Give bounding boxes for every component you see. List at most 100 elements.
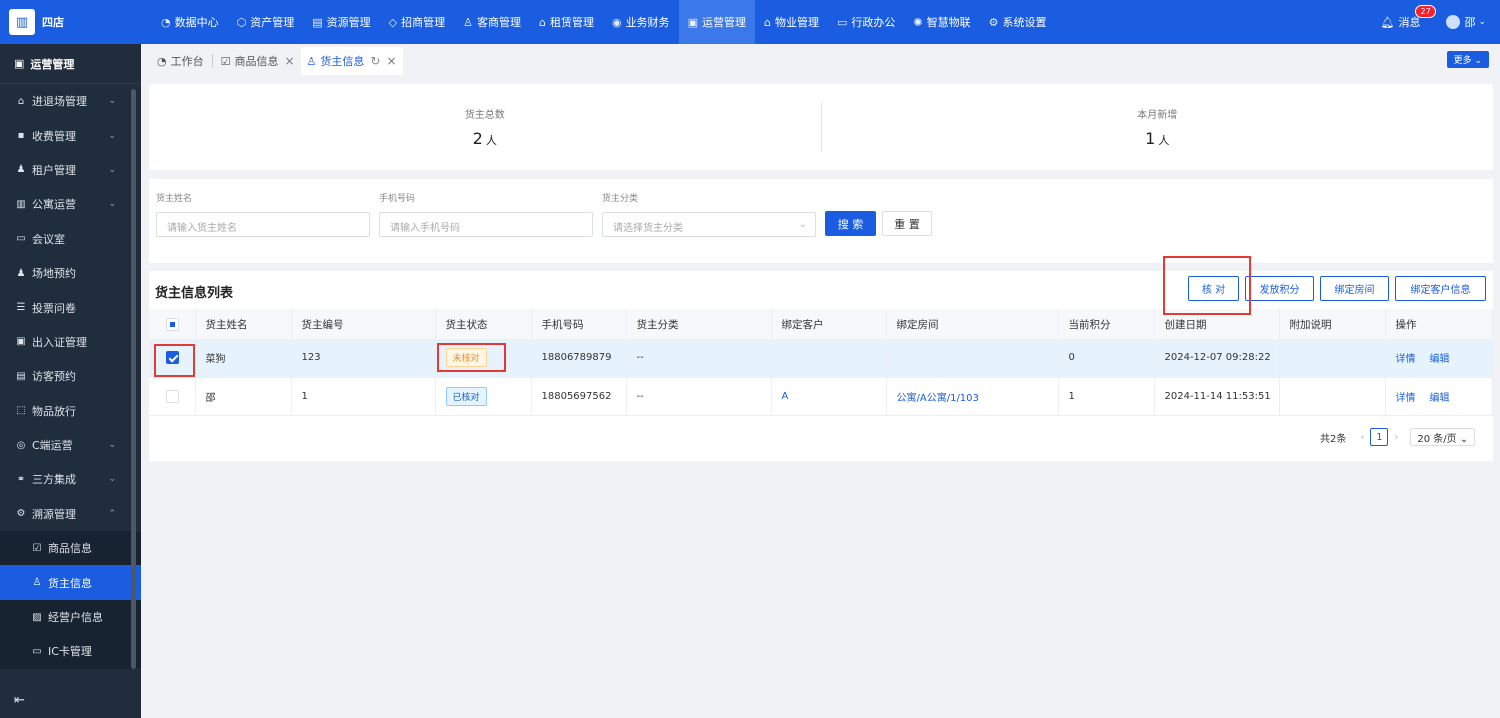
search-button[interactable]: 搜 索 (825, 211, 876, 236)
tabs-bar: ◔ 工作台 ☑ 商品信息 × ♙ 货主信息 ↻ × 更多 ⌄ (141, 44, 1500, 75)
main-nav: ◔ 数据中心 ⬡ 资产管理 ▤ 资源管理 ◇ 招商管理 ♙ 客商管理 ⌂ 租赁管理 ◉ 业务财… (152, 0, 1055, 44)
stat-new-this-month: 本月新增 1人 (1137, 110, 1178, 148)
iot-icon: ✺ (913, 15, 923, 29)
cube-icon: ⬡ (236, 15, 247, 29)
brand-name: 四店 (42, 16, 64, 29)
nav-item-resources[interactable]: ▤ 资源管理 (303, 0, 379, 44)
building-icon: ▤ (312, 15, 323, 29)
nav-item-iot[interactable]: ✺ 智慧物联 (904, 0, 979, 44)
tab-workbench[interactable]: ◔ 工作台 (151, 47, 210, 75)
monitor-icon: ▭ (836, 15, 848, 29)
sidebar-item-venue-booking[interactable]: ♟ 场地预约 (0, 256, 141, 290)
sidebar-item-pass-management[interactable]: ▣ 出入证管理 (0, 325, 141, 359)
sidebar-item-traceability[interactable]: ⚙ 溯源管理 ⌃ (0, 497, 141, 531)
table-row[interactable]: 菜狗 123 未核对 18806789879 -- 0 2024-12-07 09:28:2… (149, 339, 1493, 378)
nav-item-finance[interactable]: ◉ 业务财务 (603, 0, 679, 44)
stats-card: 货主总数 2人 本月新增 1人 (149, 84, 1493, 170)
phone-input[interactable]: 请输入手机号码 (379, 212, 593, 237)
next-page-icon[interactable]: › (1394, 432, 1398, 443)
sidebar-title: ▣ 运营管理 (0, 44, 141, 84)
customer-link[interactable] (771, 339, 887, 378)
nav-item-data-center[interactable]: ◔ 数据中心 (152, 0, 228, 44)
checkbox-icon: ☑ (220, 54, 231, 68)
menu-icon: ☑ (32, 542, 42, 554)
bind-room-button[interactable]: 绑定房间 (1320, 276, 1389, 301)
sidebar-item-operator-info[interactable]: ▨ 经营户信息 (0, 599, 141, 635)
room-link[interactable]: 公寓/A公寓/1/103 (886, 377, 1059, 416)
page-size-select[interactable]: 20 条/页 ⌄ (1410, 428, 1476, 446)
menu-icon: ☰ (16, 302, 26, 314)
customer-link[interactable]: A (771, 377, 887, 416)
refresh-icon[interactable]: ↻ (370, 54, 380, 68)
more-tabs-button[interactable]: 更多 ⌄ (1446, 51, 1489, 68)
owner-name-input[interactable]: 请输入货主姓名 (156, 212, 370, 237)
row-checkbox[interactable] (149, 377, 196, 416)
reset-button[interactable]: 重 置 (882, 211, 932, 236)
chevron-icon: ⌄ (108, 96, 116, 107)
highlight-box (1163, 256, 1251, 315)
sidebar-item-owner-info[interactable]: ♙ 货主信息 (0, 565, 141, 600)
nav-item-merchants[interactable]: ♙ 客商管理 (454, 0, 530, 44)
sidebar-item-third-party[interactable]: ⚭ 三方集成 ⌄ (0, 462, 141, 496)
issue-points-button[interactable]: 发放积分 (1245, 276, 1314, 301)
operations-icon: ▣ (14, 57, 25, 70)
user-name: 邵 (1464, 16, 1476, 29)
room-link[interactable] (886, 339, 1059, 378)
nav-item-admin-office[interactable]: ▭ 行政办公 (828, 0, 904, 44)
page-1-button[interactable]: 1 (1370, 428, 1389, 446)
menu-icon: ▣ (16, 336, 26, 348)
detail-link[interactable]: 详情 (1396, 354, 1416, 365)
operations-icon: ▣ (687, 15, 698, 29)
sidebar-scrollbar[interactable] (131, 89, 136, 669)
sidebar-item-c-end-ops[interactable]: ◎ C端运营 ⌄ (0, 428, 141, 462)
edit-link[interactable]: 编辑 (1430, 354, 1450, 365)
prev-page-icon[interactable]: ‹ (1360, 432, 1364, 443)
sidebar-item-voting-survey[interactable]: ☰ 投票问卷 (0, 290, 141, 324)
owner-category-select[interactable]: 请选择货主分类 ⌄ (602, 212, 816, 237)
user-menu[interactable]: 邵 ⌄ (1446, 14, 1486, 30)
sidebar-item-item-release[interactable]: ⬚ 物品放行 (0, 394, 141, 428)
menu-icon: ▭ (16, 233, 26, 245)
nav-item-leasing[interactable]: ⌂ 租赁管理 (530, 0, 603, 44)
collapse-sidebar-icon[interactable]: ⇤ (14, 693, 25, 708)
tab-product-info[interactable]: ☑ 商品信息 × (215, 47, 301, 75)
chevron-icon: ⌄ (108, 164, 116, 175)
menu-icon: ▤ (16, 370, 26, 382)
tab-owner-info[interactable]: ♙ 货主信息 ↻ × (300, 47, 403, 75)
menu-icon: ▥ (16, 198, 26, 210)
select-all-checkbox[interactable] (149, 309, 196, 339)
close-icon[interactable]: × (386, 54, 396, 68)
chevron-icon: ⌄ (108, 440, 116, 451)
nav-item-settings[interactable]: ⚙ 系统设置 (980, 0, 1056, 44)
edit-link[interactable]: 编辑 (1430, 393, 1450, 404)
avatar (1446, 15, 1461, 29)
sidebar-item-fees[interactable]: ▪ 收费管理 ⌄ (0, 118, 141, 152)
sidebar-item-apartments[interactable]: ▥ 公寓运营 ⌄ (0, 187, 141, 221)
user-icon: ♙ (306, 54, 317, 68)
tag-icon: ◇ (388, 15, 398, 29)
chevron-icon: ⌄ (108, 474, 116, 485)
menu-icon: ⚭ (16, 473, 26, 485)
nav-item-investment[interactable]: ◇ 招商管理 (380, 0, 454, 44)
dashboard-icon: ◔ (157, 54, 167, 68)
sidebar-item-tenants[interactable]: ♟ 租户管理 ⌄ (0, 153, 141, 187)
menu-icon: ♙ (32, 577, 42, 589)
nav-item-assets[interactable]: ⬡ 资产管理 (228, 0, 304, 44)
table-row[interactable]: 邵 1 已核对 18805697562 -- A 公寓/A公寓/1/103 1 2024-11-… (149, 377, 1493, 416)
messages-button[interactable]: 🔔︎ 消息 27 (1380, 5, 1436, 30)
close-icon[interactable]: × (284, 54, 294, 68)
sidebar-item-ic-card[interactable]: ▭ IC卡管理 (0, 634, 141, 669)
nav-item-operations[interactable]: ▣ 运营管理 (678, 0, 755, 44)
sidebar-item-meeting-room[interactable]: ▭ 会议室 (0, 222, 141, 256)
sidebar-item-visitor-booking[interactable]: ▤ 访客预约 (0, 359, 141, 393)
chevron-down-icon: ⌄ (1478, 17, 1486, 27)
menu-icon: ♟ (16, 164, 26, 176)
detail-link[interactable]: 详情 (1396, 393, 1416, 404)
bind-customer-button[interactable]: 绑定客户信息 (1395, 276, 1486, 301)
list-title: 货主信息列表 (155, 286, 234, 301)
sidebar-item-entry-exit[interactable]: ⌂ 进退场管理 ⌄ (0, 84, 141, 118)
nav-item-property[interactable]: ⌂ 物业管理 (755, 0, 828, 44)
gear-icon: ⚙ (988, 15, 999, 29)
highlight-box (154, 344, 195, 377)
sidebar-item-product-info[interactable]: ☑ 商品信息 (0, 531, 141, 566)
